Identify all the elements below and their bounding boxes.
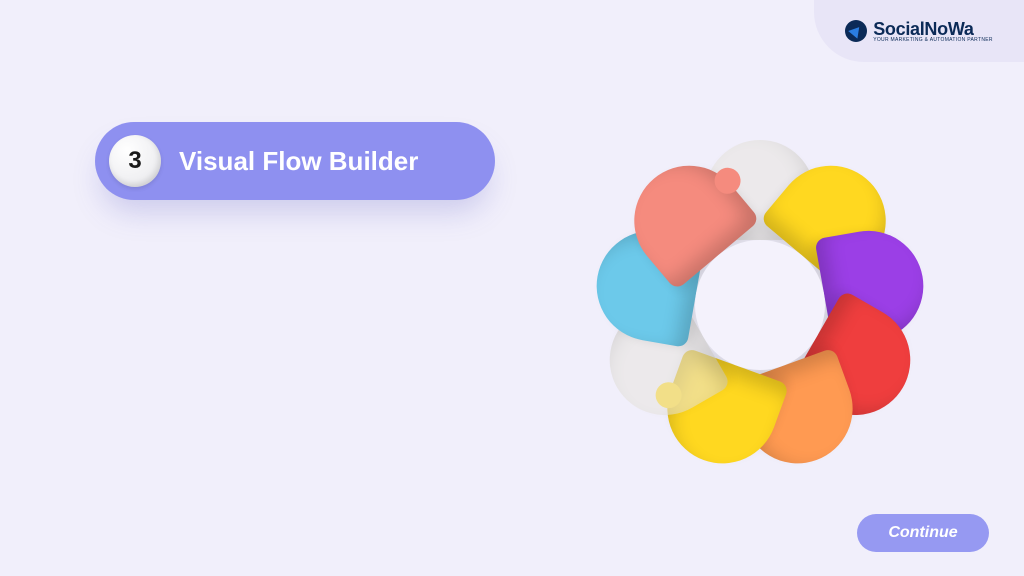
paper-plane-icon: [848, 23, 864, 38]
brand-tagline: YOUR MARKETING & AUTOMATION PARTNER: [873, 38, 993, 43]
brand-name: SocialNoWa: [873, 20, 993, 38]
puzzle-ring-graphic: [595, 140, 925, 470]
continue-label: Continue: [888, 524, 957, 542]
brand-text-wrap: SocialNoWa YOUR MARKETING & AUTOMATION P…: [873, 20, 993, 43]
brand-logo-icon: [845, 20, 867, 42]
step-number-badge: 3: [109, 135, 161, 187]
puzzle-center-hole: [695, 240, 825, 370]
slide-title: Visual Flow Builder: [179, 146, 418, 177]
continue-button[interactable]: Continue: [857, 514, 989, 552]
puzzle-knob-icon: [709, 162, 746, 199]
title-pill: 3 Visual Flow Builder: [95, 122, 495, 200]
brand-badge: SocialNoWa YOUR MARKETING & AUTOMATION P…: [814, 0, 1024, 62]
